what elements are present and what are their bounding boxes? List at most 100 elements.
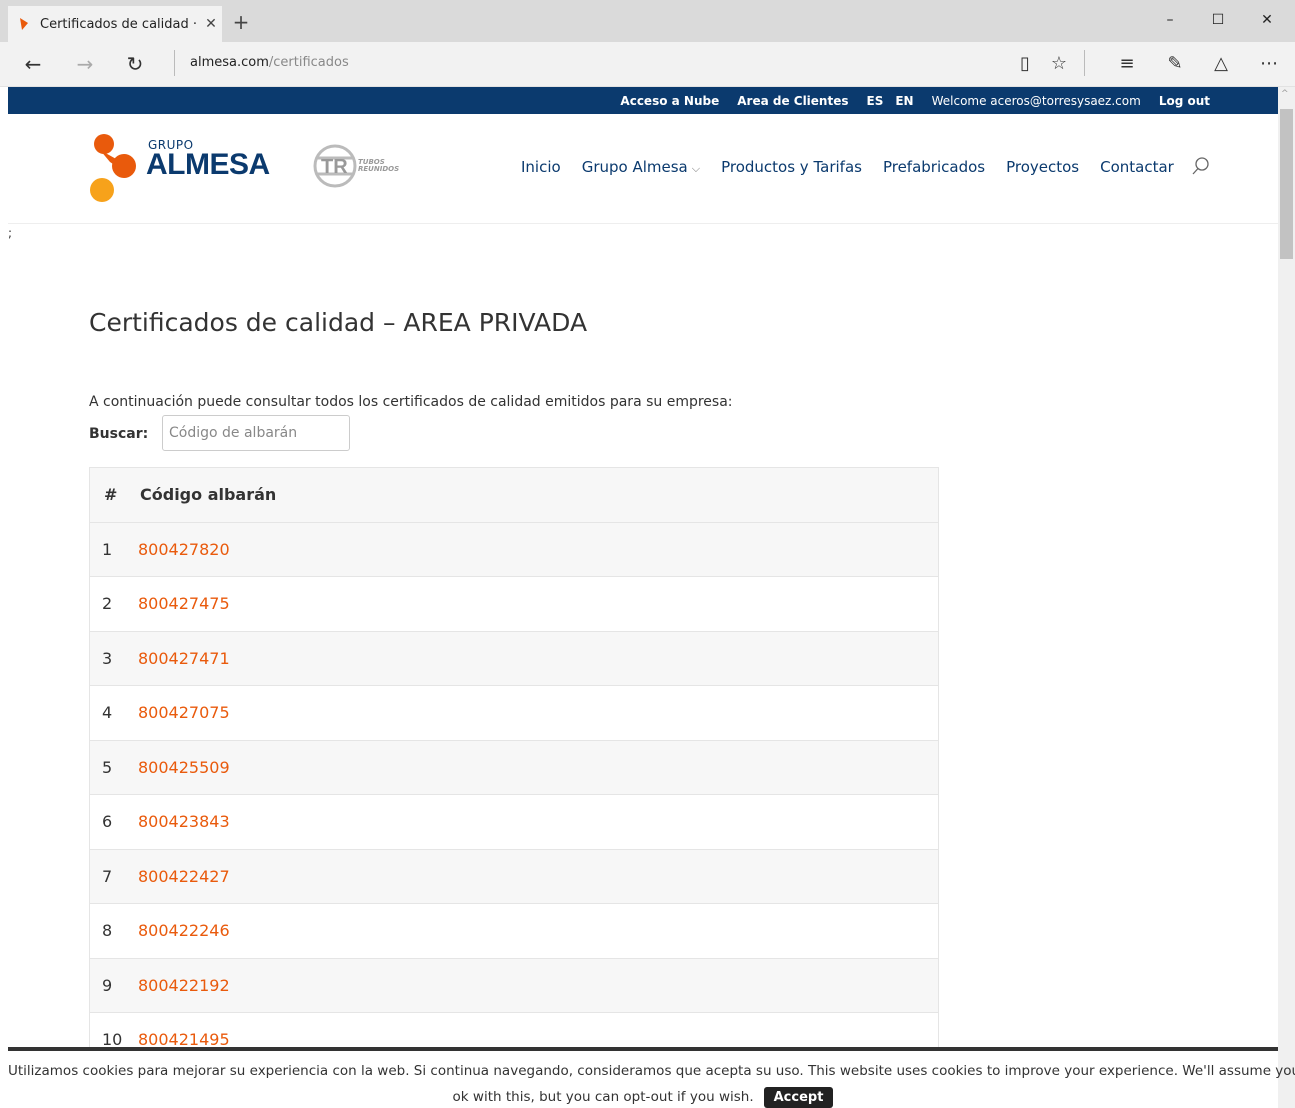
client-area-link[interactable]: Area de Clientes bbox=[737, 94, 848, 108]
cloud-access-link[interactable]: Acceso a Nube bbox=[620, 94, 719, 108]
row-number: 2 bbox=[90, 576, 126, 632]
row-code-cell: 800422192 bbox=[126, 958, 938, 1013]
row-code-cell: 800427075 bbox=[126, 685, 938, 741]
scrollbar-thumb[interactable] bbox=[1280, 109, 1293, 259]
lang-es-link[interactable]: ES bbox=[867, 94, 884, 108]
tab-close-icon[interactable]: ✕ bbox=[200, 16, 222, 32]
row-code-cell: 800421495 bbox=[126, 1012, 938, 1047]
main-navigation: Inicio Grupo Almesa ⌵ Productos y Tarifas… bbox=[521, 158, 1174, 176]
nav-prefabricados[interactable]: Prefabricados bbox=[883, 158, 985, 176]
url-field[interactable]: almesa.com/certificados bbox=[190, 55, 349, 70]
row-code-cell: 800427475 bbox=[126, 576, 938, 632]
forward-arrow-icon[interactable]: → bbox=[72, 52, 98, 76]
cookie-text-line2-wrap: ok with this, but you can opt-out if you… bbox=[8, 1087, 1278, 1108]
cookie-text-line1: Utilizamos cookies para mejorar su exper… bbox=[8, 1063, 1295, 1079]
table-row: 4 800427075 bbox=[90, 685, 938, 741]
nav-contactar[interactable]: Contactar bbox=[1100, 158, 1174, 176]
nav-inicio[interactable]: Inicio bbox=[521, 158, 561, 176]
web-note-icon[interactable]: ✎ bbox=[1162, 53, 1188, 74]
certificate-link[interactable]: 800427471 bbox=[138, 649, 230, 668]
back-arrow-icon[interactable]: ← bbox=[20, 52, 46, 76]
more-icon[interactable]: ⋯ bbox=[1256, 53, 1282, 74]
welcome-text: Welcome aceros@torresysaez.com bbox=[931, 93, 1141, 108]
row-code-cell: 800422246 bbox=[126, 903, 938, 959]
share-icon[interactable]: △ bbox=[1208, 53, 1234, 74]
certificate-link[interactable]: 800422192 bbox=[138, 976, 230, 995]
row-code-cell: 800427471 bbox=[126, 631, 938, 686]
logo-almesa-text: ALMESA bbox=[146, 148, 270, 181]
reading-view-icon[interactable]: ▯ bbox=[1012, 53, 1038, 74]
nav-grupo-almesa-label: Grupo Almesa bbox=[581, 158, 688, 176]
row-number: 8 bbox=[90, 903, 126, 959]
row-number: 3 bbox=[90, 631, 126, 686]
url-domain: almesa.com bbox=[190, 55, 269, 70]
nav-productos-tarifas[interactable]: Productos y Tarifas bbox=[721, 158, 862, 176]
certificate-link[interactable]: 800423843 bbox=[138, 812, 230, 831]
table-header-row: # Código albarán bbox=[90, 468, 938, 523]
table-row: 10 800421495 bbox=[90, 1012, 938, 1047]
almesa-logo[interactable]: GRUPO ALMESA bbox=[90, 134, 290, 204]
window-close-icon[interactable]: ✕ bbox=[1257, 12, 1277, 28]
stray-text: ; bbox=[8, 226, 13, 240]
search-icon[interactable] bbox=[1191, 156, 1211, 176]
row-number: 10 bbox=[90, 1012, 126, 1047]
row-number: 6 bbox=[90, 794, 126, 850]
browser-tab[interactable]: Certificados de calidad · ✕ bbox=[8, 6, 222, 42]
certificate-link[interactable]: 800421495 bbox=[138, 1030, 230, 1047]
page-scrollbar[interactable]: ^ bbox=[1278, 87, 1295, 1108]
browser-tab-bar: Certificados de calidad · ✕ + – ☐ ✕ bbox=[0, 0, 1295, 42]
row-number: 4 bbox=[90, 685, 126, 741]
table-row: 2 800427475 bbox=[90, 576, 938, 632]
address-bar-row: ← → ↻ almesa.com/certificados ▯ ☆ ≡ ✎ △ … bbox=[0, 42, 1295, 87]
cookie-consent-bar: Utilizamos cookies para mejorar su exper… bbox=[8, 1047, 1295, 1108]
favorite-star-icon[interactable]: ☆ bbox=[1046, 53, 1072, 74]
svg-text:TR: TR bbox=[321, 156, 348, 178]
certificate-link[interactable]: 800427475 bbox=[138, 594, 230, 613]
almesa-logo-mark-icon bbox=[90, 134, 136, 202]
row-number: 9 bbox=[90, 958, 126, 1013]
hub-icon[interactable]: ≡ bbox=[1114, 53, 1140, 74]
refresh-icon[interactable]: ↻ bbox=[122, 52, 148, 76]
tubos-reunidos-text: TUBOS REUNIDOS bbox=[358, 158, 400, 173]
row-code-cell: 800422427 bbox=[126, 849, 938, 904]
table-row: 3 800427471 bbox=[90, 631, 938, 686]
certificate-link[interactable]: 800422246 bbox=[138, 921, 230, 940]
maximize-icon[interactable]: ☐ bbox=[1208, 12, 1228, 28]
page-title: Certificados de calidad – AREA PRIVADA bbox=[89, 308, 588, 337]
certificate-link[interactable]: 800427075 bbox=[138, 703, 230, 722]
search-input[interactable] bbox=[162, 415, 350, 451]
address-separator bbox=[174, 50, 175, 76]
chevron-down-icon: ⌵ bbox=[691, 162, 701, 175]
scroll-up-arrow-icon[interactable]: ^ bbox=[1281, 89, 1289, 99]
new-tab-icon[interactable]: + bbox=[230, 10, 252, 34]
row-number: 5 bbox=[90, 740, 126, 795]
table-row: 5 800425509 bbox=[90, 740, 938, 795]
table-row: 7 800422427 bbox=[90, 849, 938, 904]
minimize-icon[interactable]: – bbox=[1160, 12, 1180, 28]
table-row: 8 800422246 bbox=[90, 903, 938, 959]
row-number: 1 bbox=[90, 522, 126, 577]
intro-text: A continuación puede consultar todos los… bbox=[89, 394, 733, 410]
certificate-link[interactable]: 800427820 bbox=[138, 540, 230, 559]
nav-grupo-almesa[interactable]: Grupo Almesa ⌵ bbox=[582, 158, 700, 176]
nav-proyectos[interactable]: Proyectos bbox=[1006, 158, 1079, 176]
table-row: 6 800423843 bbox=[90, 794, 938, 850]
certificate-link[interactable]: 800425509 bbox=[138, 758, 230, 777]
tab-title: Certificados de calidad · bbox=[40, 16, 197, 32]
certificate-link[interactable]: 800422427 bbox=[138, 867, 230, 886]
row-code-cell: 800425509 bbox=[126, 740, 938, 795]
search-label: Buscar: bbox=[89, 426, 149, 442]
site-favicon-icon bbox=[20, 18, 28, 30]
tubos-reunidos-logo[interactable]: TR TUBOS REUNIDOS bbox=[313, 142, 408, 190]
certificates-table: # Código albarán 1 800427820 2 800427475 3… bbox=[90, 468, 938, 1047]
column-header-code: Código albarán bbox=[126, 468, 938, 523]
lang-en-link[interactable]: EN bbox=[895, 94, 913, 108]
certificates-table-wrapper: # Código albarán 1 800427820 2 800427475 3… bbox=[89, 467, 939, 1047]
row-code-cell: 800423843 bbox=[126, 794, 938, 850]
globe-logo-icon: TR bbox=[313, 144, 357, 188]
site-header: GRUPO ALMESA TR TUBOS REUNIDOS Inicio Gru… bbox=[8, 114, 1278, 224]
table-row: 9 800422192 bbox=[90, 958, 938, 1013]
accept-cookies-button[interactable]: Accept bbox=[763, 1087, 834, 1108]
logout-link[interactable]: Log out bbox=[1159, 94, 1210, 108]
table-row: 1 800427820 bbox=[90, 522, 938, 577]
